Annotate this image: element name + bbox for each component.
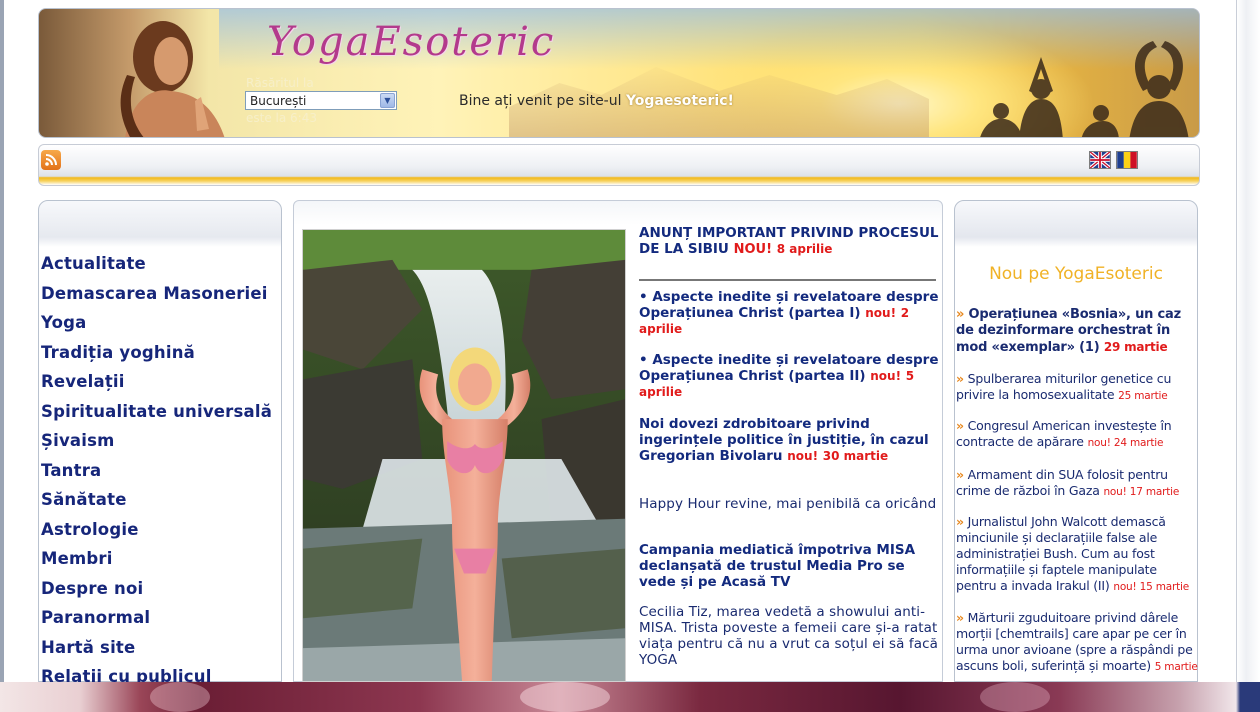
sidebar-news-item[interactable]: » Spulberarea miturilor genetice cu priv… [956,371,1200,404]
new-tag: nou! [865,306,897,320]
romanian-flag-icon[interactable] [1116,151,1138,169]
sidebar-heading: Nou pe YogaEsoteric [989,264,1163,284]
toolbar-bar [38,144,1200,186]
arrow-icon: » [956,514,964,529]
nav-item-sanatate[interactable]: Sănătate [41,489,279,519]
chevron-down-icon[interactable]: ▼ [380,93,395,108]
ornament-shape [980,682,1050,712]
news-description[interactable]: Cecilia Tiz, marea vedetă a showului ant… [639,604,939,668]
silhouettes-image [980,41,1189,137]
nav-item-actualitate[interactable]: Actualitate [41,253,279,283]
sunrise-time: este la 6:43 [246,111,317,125]
nav-item-yoga[interactable]: Yoga [41,312,279,342]
sidebar-news-item[interactable]: » Operațiunea «Bosnia», un caz de dezinf… [956,307,1200,356]
sidebar-news-date: 29 martie [1103,340,1168,354]
sidebar-news-date: nou! 24 martie [1087,437,1164,449]
news-item-operatiunea-christ-1[interactable]: • Aspecte inedite și revelatoare despre … [639,289,939,337]
news-title[interactable]: ANUNȚ IMPORTANT PRIVIND PROCESUL DE LA S… [639,225,939,258]
sidebar-news-date: nou! 15 martie [1113,581,1190,593]
content-divider [639,279,936,281]
ornament-shape [150,682,210,712]
news-title: Noi dovezi zdrobitoare privind ingerințe… [639,416,939,464]
welcome-prefix: Bine ați venit pe site-ul [459,93,626,109]
news-title-text[interactable]: Campania mediatică împotriva MISA declan… [639,542,939,590]
meditating-figure-image [120,21,225,137]
sunrise-label: Răsăritul la [246,76,314,90]
sidebar-news-date: 25 martie [1118,390,1168,402]
sidebar-news-date: 5 martie [1154,661,1198,673]
english-flag-icon[interactable] [1089,151,1111,169]
site-logo[interactable]: YogaEsoteric [267,19,559,77]
news-item-campania-mediatica[interactable]: Campania mediatică împotriva MISA declan… [639,542,939,590]
welcome-site-name: Yogaesoteric! [625,93,734,109]
nav-item-despre-noi[interactable]: Despre noi [41,578,279,608]
nav-item-astrologie[interactable]: Astrologie [41,519,279,549]
arrow-icon: » [956,307,965,322]
news-date: 8 aprilie [776,242,833,256]
nav-item-harta-site[interactable]: Hartă site [41,637,279,667]
nav-item-revelatii[interactable]: Revelații [41,371,279,401]
sidebar-news-item[interactable]: » Mărturii zguduitoare privind dârele mo… [956,610,1200,675]
nav-item-demascarea-masoneriei[interactable]: Demascarea Masoneriei [41,283,279,313]
new-tag: nou! [787,449,819,463]
rss-icon[interactable] [41,150,61,170]
nav-item-sivaism[interactable]: Șivaism [41,430,279,460]
new-tag: nou! [870,369,902,383]
ornament-shape [520,682,610,712]
news-item-announcement[interactable]: ANUNȚ IMPORTANT PRIVIND PROCESUL DE LA S… [639,225,939,258]
news-item-operatiunea-christ-2[interactable]: • Aspecte inedite și revelatoare despre … [639,352,939,400]
news-title: • Aspecte inedite și revelatoare despre … [639,289,939,337]
nav-item-spiritualitate-universala[interactable]: Spiritualitate universală [41,401,279,431]
city-select-value: București [250,93,307,108]
page-scroll-gutter[interactable] [1236,0,1260,682]
sidebar-news-item[interactable]: » Congresul American investește în contr… [956,418,1200,451]
arrow-icon: » [956,610,964,625]
bottom-decorative-banner [0,682,1260,712]
news-item-cecilia-tiz[interactable]: Cecilia Tiz, marea vedetă a showului ant… [639,604,939,668]
news-date: 30 martie [822,449,889,463]
arrow-icon: » [956,467,964,482]
page-frame-left [0,0,4,682]
news-item-happy-hour[interactable]: Happy Hour revine, mai penibilă ca oricâ… [639,496,939,512]
news-title: • Aspecte inedite și revelatoare despre … [639,352,939,400]
arrow-icon: » [956,418,964,433]
arrow-icon: » [956,371,964,386]
sidebar-news-date: nou! 17 martie [1103,486,1180,498]
sidebar-news-item[interactable]: » Jurnalistul John Walcott demască minci… [956,514,1200,595]
main-nav: Actualitate Demascarea Masoneriei Yoga T… [41,253,279,696]
rss-glyph [45,154,57,166]
featured-waterfall-image[interactable] [302,229,626,682]
welcome-message: Bine ați venit pe site-ul Yogaesoteric! [459,93,734,109]
nav-item-membri[interactable]: Membri [41,548,279,578]
news-item-ingerinte-politice[interactable]: Noi dovezi zdrobitoare privind ingerințe… [639,416,939,464]
news-description[interactable]: Happy Hour revine, mai penibilă ca oricâ… [639,496,939,512]
new-tag: NOU! [733,242,773,257]
nav-item-traditia-yoghina[interactable]: Tradiția yoghină [41,342,279,372]
nav-item-tantra[interactable]: Tantra [41,460,279,490]
sidebar-news-item[interactable]: » Armament din SUA folosit pentru crime … [956,467,1200,500]
header-banner: YogaEsoteric [38,8,1200,138]
nav-item-paranormal[interactable]: Paranormal [41,607,279,637]
city-select[interactable]: București ▼ [245,91,397,110]
